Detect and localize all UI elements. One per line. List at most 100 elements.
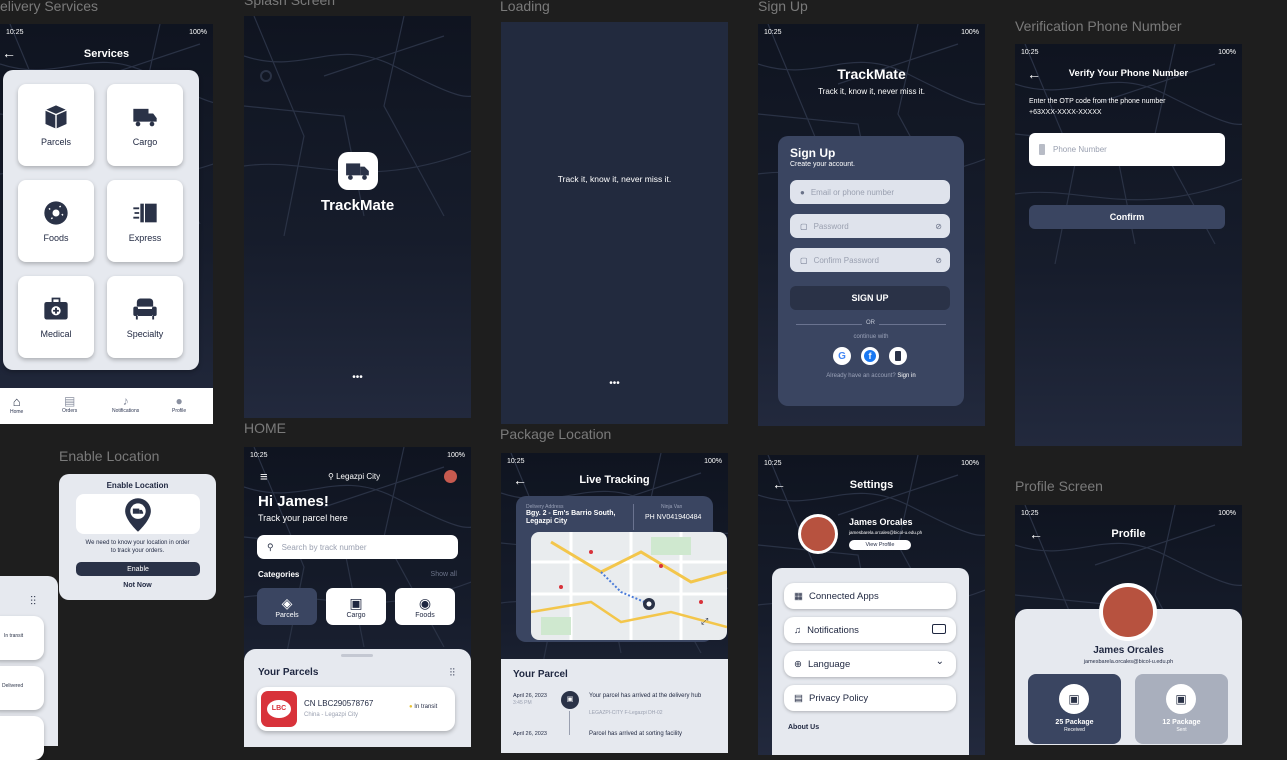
- service-specialty[interactable]: Specialty: [107, 276, 183, 358]
- parcel-status: ● In transit: [409, 704, 437, 710]
- order-card[interactable]: In transit: [0, 616, 44, 660]
- facebook-icon[interactable]: f: [861, 347, 879, 365]
- settings-connected-apps[interactable]: ▦ Connected Apps: [784, 583, 956, 609]
- status-bar: 10:25 100%: [1015, 44, 1242, 60]
- service-express[interactable]: Express: [107, 180, 183, 262]
- filter-icon[interactable]: ⫶⫶: [450, 667, 456, 680]
- parcel-box-icon: [45, 105, 67, 129]
- order-status: Delivered: [2, 683, 24, 689]
- profile-title: Profile: [1111, 528, 1146, 540]
- confirm-button[interactable]: Confirm: [1029, 205, 1225, 229]
- app-logo: [338, 152, 378, 190]
- menu-icon[interactable]: ≡: [260, 469, 268, 484]
- email-input[interactable]: ● Email or phone number: [790, 180, 950, 204]
- category-cargo[interactable]: ▣ Cargo: [326, 588, 386, 625]
- enable-location-dialog: Enable Location We need to know your loc…: [59, 474, 216, 600]
- service-foods[interactable]: Foods: [18, 180, 94, 262]
- map-pin-box: [76, 494, 200, 534]
- order-card[interactable]: [0, 716, 44, 760]
- search-input[interactable]: ⚲ Search by track number: [257, 535, 458, 559]
- categories-label: Categories: [258, 570, 300, 579]
- your-parcel-sheet: Your Parcel April 26, 2023 3:45 PM ▣ You…: [501, 659, 728, 753]
- lock-icon: ▢: [800, 255, 808, 265]
- service-label: Express: [128, 233, 162, 243]
- phone-number-input[interactable]: Phone Number: [1029, 133, 1225, 166]
- chevron-down-icon[interactable]: ⌄: [936, 656, 944, 667]
- service-label: Medical: [40, 329, 72, 339]
- toggle-icon[interactable]: [932, 624, 946, 634]
- status-battery: 100%: [961, 28, 979, 36]
- tracking-code: PH NV041940484: [645, 514, 702, 521]
- service-label: Foods: [43, 233, 69, 243]
- nav-profile[interactable]: ● Profile: [172, 394, 186, 414]
- settings-label: Language: [807, 658, 851, 670]
- settings-label: Notifications: [807, 624, 859, 636]
- caption-loading: Loading: [500, 0, 550, 14]
- settings-label: Privacy Policy: [808, 692, 869, 704]
- drag-handle[interactable]: [341, 654, 373, 657]
- signin-link[interactable]: Sign in: [897, 373, 915, 379]
- order-card[interactable]: Delivered: [0, 666, 44, 710]
- courier-label: Ninja Van: [661, 504, 683, 510]
- map-view[interactable]: [531, 532, 727, 640]
- category-parcels[interactable]: ◈ Parcels: [257, 588, 317, 625]
- parcel-code: CN LBC290578767: [304, 699, 374, 708]
- event-date: April 26, 2023: [513, 693, 547, 699]
- truck-icon: [346, 163, 369, 180]
- parcel-status-text: In transit: [414, 704, 438, 710]
- phone-icon[interactable]: [889, 347, 907, 365]
- nav-label: Notifications: [112, 408, 140, 414]
- service-cargo[interactable]: Cargo: [107, 84, 183, 166]
- filter-icon[interactable]: ⫶⫶: [30, 594, 36, 609]
- nav-notifications[interactable]: ♪ Notifications: [112, 394, 139, 414]
- category-label: Cargo: [346, 611, 366, 619]
- verify-title: Verify Your Phone Number: [1068, 68, 1189, 79]
- caption-home: HOME: [244, 420, 286, 436]
- enable-button[interactable]: Enable: [76, 562, 200, 576]
- settings-language[interactable]: ⊕ Language ⌄: [784, 651, 956, 677]
- service-parcels[interactable]: Parcels: [18, 84, 94, 166]
- received-card[interactable]: ▣ 25 Package Received: [1028, 674, 1121, 744]
- sent-card[interactable]: ▣ 12 Package Sent: [1135, 674, 1228, 744]
- splash-screen: TrackMate •••: [244, 16, 471, 418]
- password-input[interactable]: ▢ Password ⊘: [790, 214, 950, 238]
- verify-number: +63XXX-XXXX-XXXXX: [1029, 109, 1102, 116]
- nav-home[interactable]: ⌂ Home: [10, 394, 23, 415]
- view-profile-button[interactable]: View Profile: [849, 540, 911, 550]
- continue-label: continue with: [853, 334, 889, 340]
- show-all-link[interactable]: Show all: [431, 571, 457, 578]
- settings-privacy[interactable]: ▤ Privacy Policy: [784, 685, 956, 711]
- service-medical[interactable]: Medical: [18, 276, 94, 358]
- expand-icon[interactable]: ⤢: [701, 616, 708, 627]
- location-label[interactable]: ⚲ Legazpi City: [328, 472, 380, 481]
- nav-orders[interactable]: ▤ Orders: [62, 394, 77, 414]
- category-foods[interactable]: ◉ Foods: [395, 588, 455, 625]
- settings-title: Settings: [849, 479, 894, 491]
- or-label: OR: [862, 320, 879, 326]
- status-time: 10:25: [764, 459, 782, 467]
- eye-off-icon[interactable]: ⊘: [935, 222, 942, 231]
- avatar[interactable]: [444, 470, 457, 483]
- not-now-button[interactable]: Not Now: [59, 582, 216, 589]
- avatar[interactable]: [798, 514, 838, 554]
- box-icon: ▣: [1166, 684, 1196, 714]
- status-time: 10:25: [507, 457, 525, 465]
- parcel-route: China - Legazpi City: [304, 712, 359, 718]
- loading-dots: •••: [352, 372, 363, 383]
- profile-avatar[interactable]: [1099, 583, 1157, 641]
- signup-button[interactable]: SIGN UP: [790, 286, 950, 310]
- dialog-msg1: We need to know your location in order: [85, 540, 190, 546]
- home-icon: ⌂: [12, 394, 21, 409]
- profile-email: jamesbarela.orcales@bicol-u.edu.ph: [1083, 659, 1174, 665]
- google-icon[interactable]: G: [833, 347, 851, 365]
- category-label: Foods: [415, 611, 435, 619]
- location-pin-icon: [125, 498, 151, 532]
- confirm-password-input[interactable]: ▢ Confirm Password ⊘: [790, 248, 950, 272]
- brand-name: TrackMate: [837, 66, 906, 82]
- eye-off-icon[interactable]: ⊘: [935, 256, 942, 265]
- settings-notifications[interactable]: ♫ Notifications: [784, 617, 956, 643]
- signup-sub: Create your account.: [790, 161, 855, 168]
- parcel-card[interactable]: LBC CN LBC290578767 China - Legazpi City…: [257, 687, 455, 731]
- document-icon: ▤: [794, 692, 803, 704]
- confirm-placeholder: Confirm Password: [813, 255, 879, 265]
